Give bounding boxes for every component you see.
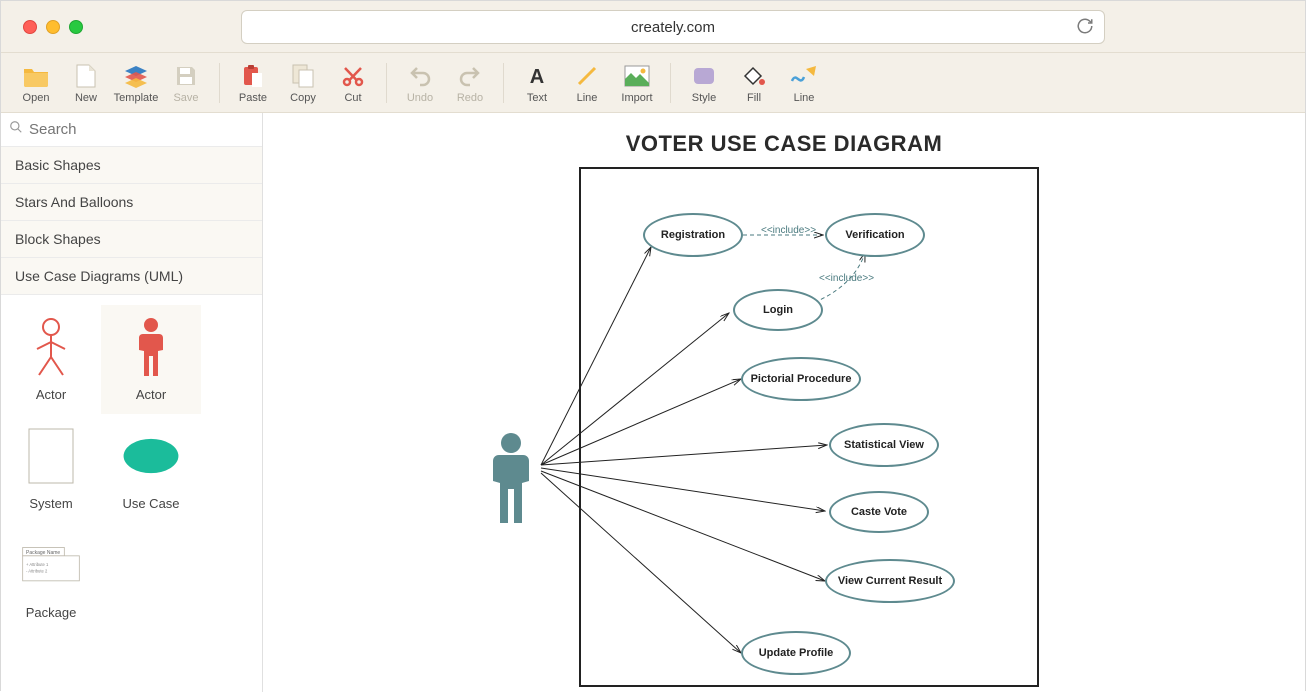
line-icon	[573, 62, 601, 90]
line-style-button[interactable]: Line	[779, 55, 829, 111]
fill-icon	[740, 62, 768, 90]
paste-icon	[239, 62, 267, 90]
window-titlebar: creately.com	[1, 1, 1305, 53]
usecase-update-profile[interactable]: Update Profile	[741, 631, 851, 675]
line-button[interactable]: Line	[562, 55, 612, 111]
include-label: <<include>>	[761, 225, 816, 236]
new-button[interactable]: New	[61, 55, 111, 111]
usecase-caste-vote[interactable]: Caste Vote	[829, 491, 929, 533]
toolbar-separator	[503, 63, 504, 103]
shape-package[interactable]: Package Name+ Attribute 1- Attribute 2 P…	[1, 523, 101, 632]
template-icon	[122, 62, 150, 90]
text-icon: A	[523, 62, 551, 90]
toolbar-separator	[670, 63, 671, 103]
reload-icon[interactable]	[1076, 17, 1094, 40]
cut-button[interactable]: Cut	[328, 55, 378, 111]
copy-button[interactable]: Copy	[278, 55, 328, 111]
usecase-login[interactable]: Login	[733, 289, 823, 331]
include-label: <<include>>	[819, 273, 874, 284]
import-icon	[623, 62, 651, 90]
svg-text:- Attribute 2: - Attribute 2	[26, 569, 48, 574]
svg-text:Package Name: Package Name	[26, 550, 60, 556]
search-icon	[9, 120, 23, 139]
save-icon	[172, 62, 200, 90]
usecase-view-result[interactable]: View Current Result	[825, 559, 955, 603]
shape-search-input[interactable]	[29, 121, 254, 138]
open-button[interactable]: Open	[11, 55, 61, 111]
usecase-statistical[interactable]: Statistical View	[829, 423, 939, 467]
copy-icon	[289, 62, 317, 90]
shape-search-row	[1, 113, 262, 147]
shape-palette: Actor Actor System Use Case	[1, 295, 262, 692]
save-button[interactable]: Save	[161, 55, 211, 111]
shape-sidebar: Basic Shapes Stars And Balloons Block Sh…	[1, 113, 263, 692]
maximize-window-button[interactable]	[69, 20, 83, 34]
svg-text:A: A	[530, 66, 544, 87]
template-button[interactable]: Template	[111, 55, 161, 111]
main-toolbar: Open New Template Save Paste Copy Cut Un…	[1, 53, 1305, 113]
category-usecase-uml[interactable]: Use Case Diagrams (UML)	[1, 258, 262, 295]
category-basic-shapes[interactable]: Basic Shapes	[1, 147, 262, 184]
category-stars-balloons[interactable]: Stars And Balloons	[1, 184, 262, 221]
line-style-icon	[790, 62, 818, 90]
usecase-verification[interactable]: Verification	[825, 213, 925, 257]
minimize-window-button[interactable]	[46, 20, 60, 34]
diagram-canvas[interactable]: VOTER USE CASE DIAGRAM <<include>> <<inc…	[263, 113, 1305, 692]
shape-actor-solid[interactable]: Actor	[101, 305, 201, 414]
window-controls	[1, 20, 83, 34]
usecase-pictorial[interactable]: Pictorial Procedure	[741, 357, 861, 401]
category-block-shapes[interactable]: Block Shapes	[1, 221, 262, 258]
style-button[interactable]: Style	[679, 55, 729, 111]
redo-icon	[456, 62, 484, 90]
folder-icon	[22, 62, 50, 90]
address-bar[interactable]: creately.com	[241, 10, 1105, 44]
paste-button[interactable]: Paste	[228, 55, 278, 111]
cut-icon	[339, 62, 367, 90]
shape-usecase[interactable]: Use Case	[101, 414, 201, 523]
import-button[interactable]: Import	[612, 55, 662, 111]
style-icon	[690, 62, 718, 90]
close-window-button[interactable]	[23, 20, 37, 34]
undo-icon	[406, 62, 434, 90]
address-bar-text: creately.com	[631, 19, 715, 36]
fill-button[interactable]: Fill	[729, 55, 779, 111]
svg-text:+ Attribute 1: + Attribute 1	[26, 562, 49, 567]
toolbar-separator	[386, 63, 387, 103]
undo-button[interactable]: Undo	[395, 55, 445, 111]
actor-voter[interactable]	[483, 431, 539, 530]
usecase-registration[interactable]: Registration	[643, 213, 743, 257]
diagram-title: VOTER USE CASE DIAGRAM	[263, 131, 1305, 157]
text-button[interactable]: A Text	[512, 55, 562, 111]
shape-system[interactable]: System	[1, 414, 101, 523]
shape-actor-stick[interactable]: Actor	[1, 305, 101, 414]
redo-button[interactable]: Redo	[445, 55, 495, 111]
toolbar-separator	[219, 63, 220, 103]
new-file-icon	[72, 62, 100, 90]
